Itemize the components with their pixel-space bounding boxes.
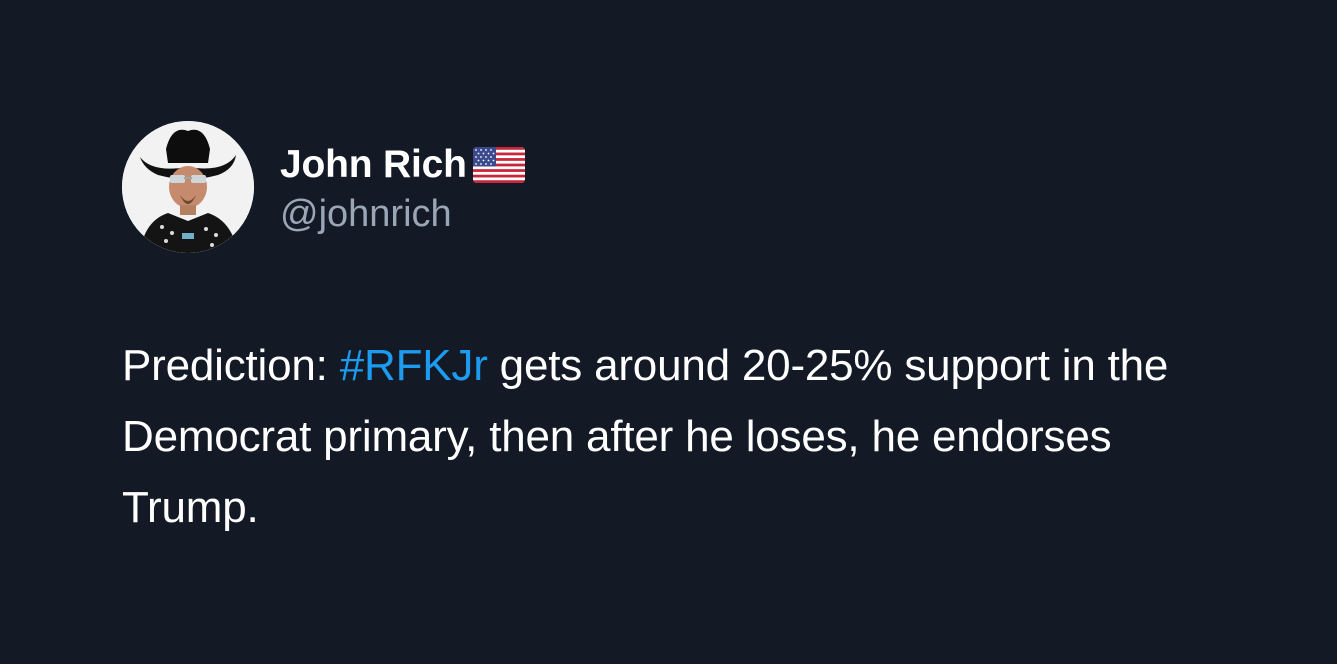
tweet-card: John Rich @johnrich Prediction: #RFKJr g… [0,0,1337,664]
tweet-text: Prediction: #RFKJr gets around 20-25% su… [122,330,1232,543]
tweet-text-prefix: Prediction: [122,341,340,390]
display-name[interactable]: John Rich [280,143,467,187]
display-name-row: John Rich [280,139,525,191]
avatar[interactable] [122,121,254,253]
hashtag-link[interactable]: #RFKJr [340,341,488,390]
user-handle[interactable]: @johnrich [280,193,525,236]
tweet-author: John Rich @johnrich [122,121,525,253]
us-flag-icon [472,146,525,183]
author-names: John Rich @johnrich [280,121,525,253]
